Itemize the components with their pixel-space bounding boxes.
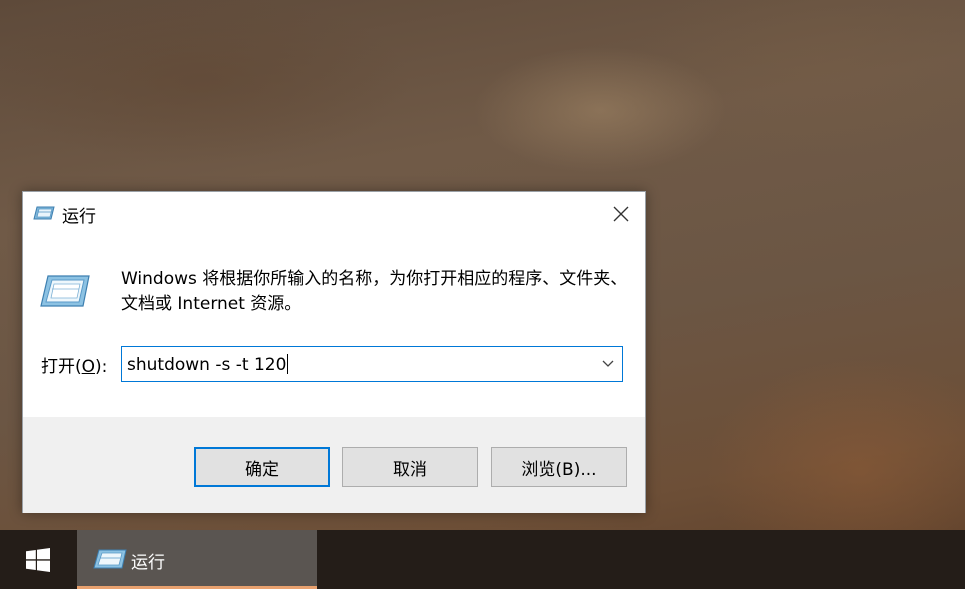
close-button[interactable] <box>597 192 645 236</box>
command-combobox[interactable]: shutdown -s -t 120 <box>121 346 623 382</box>
command-input[interactable]: shutdown -s -t 120 <box>127 354 289 375</box>
open-label-prefix: 打开( <box>41 357 82 377</box>
dialog-title: 运行 <box>62 207 96 227</box>
title-bar[interactable]: 运行 <box>23 192 645 236</box>
button-area: 确定 取消 浏览(B)... <box>23 417 645 513</box>
run-icon <box>33 206 55 220</box>
browse-button[interactable]: 浏览(B)... <box>491 447 627 487</box>
dropdown-button[interactable] <box>594 347 622 381</box>
open-label: 打开(O): <box>41 352 107 377</box>
chevron-down-icon <box>602 360 614 367</box>
dialog-description: Windows 将根据你所输入的名称，为你打开相应的程序、文件夹、文档或 Int… <box>121 269 628 314</box>
open-label-accelerator: O <box>81 357 96 377</box>
open-label-suffix: ): <box>95 357 108 377</box>
run-icon <box>93 549 127 569</box>
text-caret <box>287 354 289 374</box>
cancel-button[interactable]: 取消 <box>342 447 478 487</box>
taskbar-item-label: 运行 <box>131 553 165 573</box>
windows-logo-icon <box>26 547 50 572</box>
ok-button[interactable]: 确定 <box>194 447 330 487</box>
taskbar: 运行 <box>0 530 965 589</box>
close-icon <box>613 206 629 222</box>
run-icon <box>40 275 90 307</box>
command-input-value: shutdown -s -t 120 <box>127 355 287 375</box>
start-button[interactable] <box>0 530 76 589</box>
run-dialog: 运行 Windows 将根据你所输入的名称，为你打开相应的程序、文件夹、文档或 … <box>22 191 646 513</box>
taskbar-item-run[interactable]: 运行 <box>77 530 317 589</box>
